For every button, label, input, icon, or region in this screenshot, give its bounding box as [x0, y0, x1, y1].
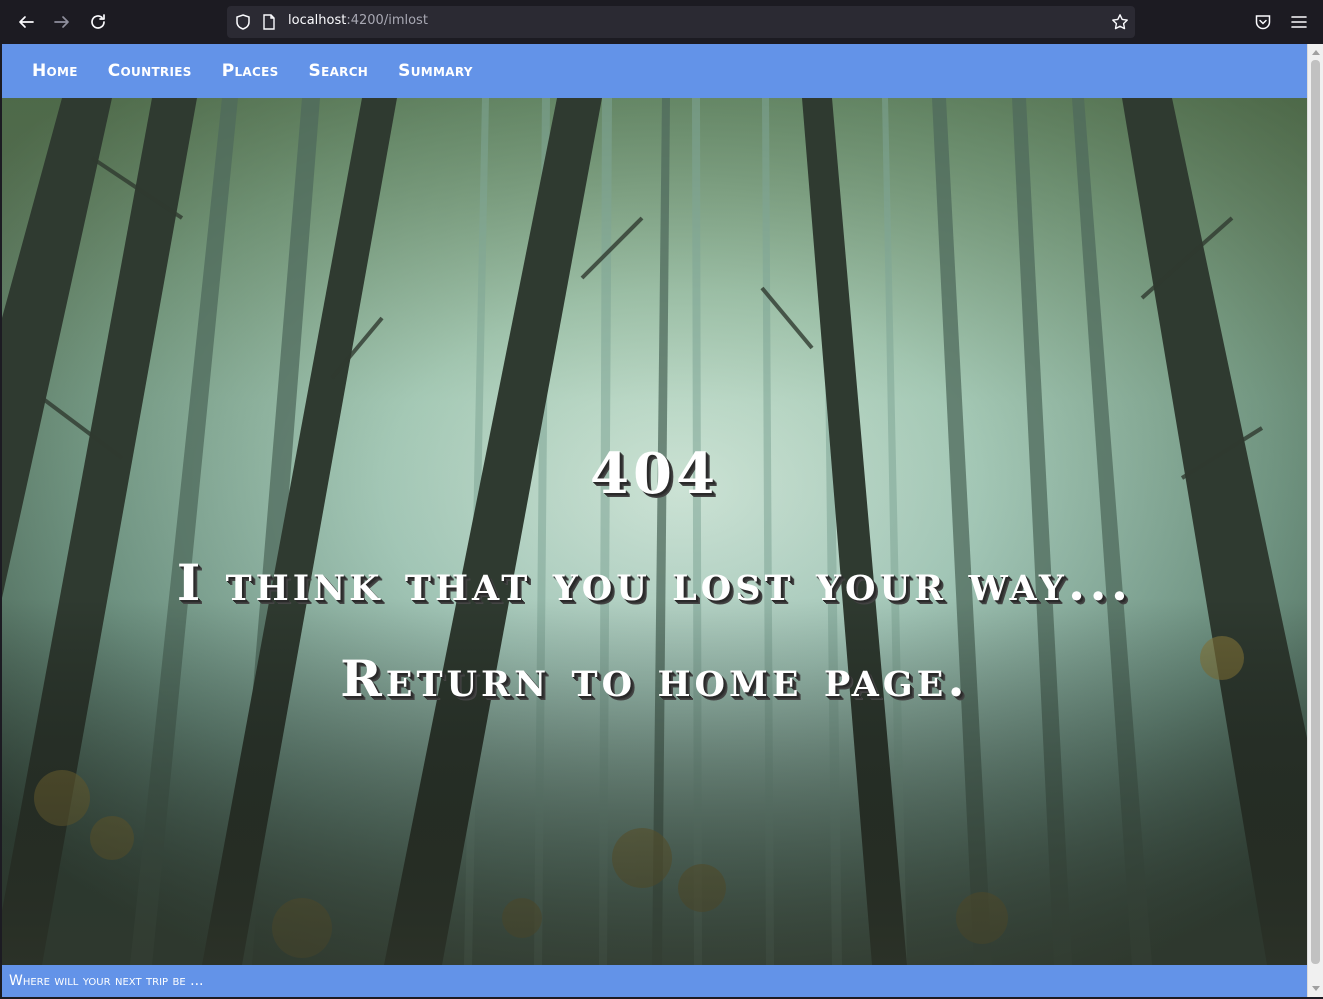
forward-arrow-icon[interactable] [51, 11, 73, 33]
vertical-scrollbar[interactable] [1307, 44, 1323, 997]
nav-link-search[interactable]: Search [309, 61, 369, 81]
top-navigation: Home Countries Places Search Summary [2, 44, 1307, 98]
back-arrow-icon[interactable] [15, 11, 37, 33]
shield-icon[interactable] [234, 13, 252, 31]
browser-toolbar: localhost:4200/imlost [0, 0, 1323, 44]
page-viewport: Home Countries Places Search Summary 404… [2, 44, 1307, 997]
scrollbar-thumb[interactable] [1311, 60, 1320, 964]
reload-icon[interactable] [87, 11, 109, 33]
error-code-heading: 404 [590, 441, 719, 507]
url-host: localhost [288, 13, 347, 28]
address-bar[interactable]: localhost:4200/imlost [227, 6, 1135, 38]
scroll-up-arrow-icon[interactable] [1312, 50, 1320, 55]
page-icon[interactable] [261, 13, 277, 31]
scroll-down-arrow-icon[interactable] [1312, 986, 1320, 991]
nav-link-places[interactable]: Places [222, 61, 279, 81]
nav-link-countries[interactable]: Countries [108, 61, 192, 81]
lost-message: I think that you lost your way... [176, 553, 1133, 612]
return-home-link-container: Return to home page. [2, 649, 1307, 708]
forest-background-image [2, 98, 1307, 965]
return-home-link[interactable]: Return to home page. [340, 649, 969, 708]
url-text[interactable]: localhost:4200/imlost [288, 13, 428, 28]
url-path: :4200/imlost [346, 13, 428, 28]
pocket-icon[interactable] [1254, 13, 1272, 31]
nav-link-summary[interactable]: Summary [398, 61, 473, 81]
star-icon[interactable] [1111, 13, 1129, 31]
footer-tagline: Where will your next trip be ... [9, 973, 204, 989]
nav-link-home[interactable]: Home [32, 61, 78, 81]
hamburger-menu-icon[interactable] [1290, 13, 1308, 31]
footer: Where will your next trip be ... [2, 965, 1307, 997]
hero-section: 404 I think that you lost your way... Re… [2, 98, 1307, 965]
